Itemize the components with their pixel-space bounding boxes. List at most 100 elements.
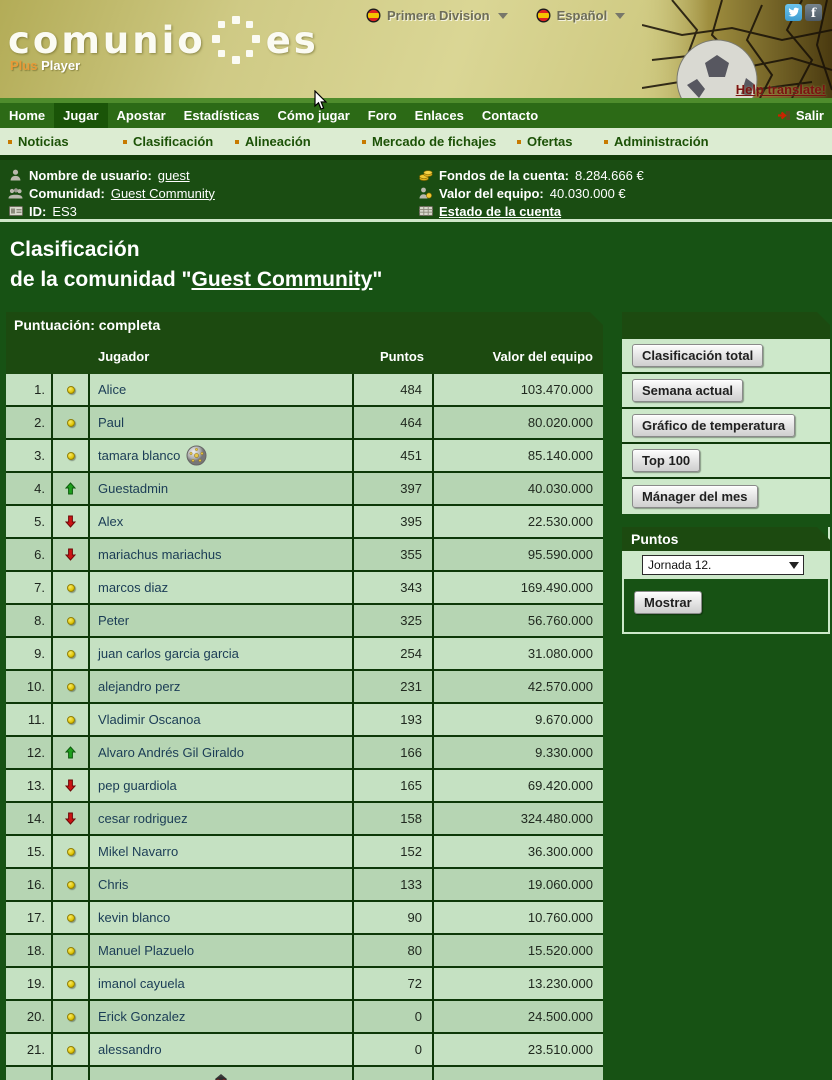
- points-cell: 152: [354, 836, 434, 867]
- subnav-item-ofertas[interactable]: Ofertas: [517, 128, 573, 155]
- yellow-dot-icon: [67, 650, 75, 658]
- player-name-cell: Alex: [90, 506, 354, 537]
- id-value: ES3: [52, 204, 77, 219]
- trend-cell: [53, 803, 90, 834]
- subnav-item-clasificacion[interactable]: Clasificación: [123, 128, 213, 155]
- rank-cell: 5.: [6, 506, 53, 537]
- player-name: Manuel Plazuelo: [98, 943, 194, 958]
- rank-cell: 10.: [6, 671, 53, 702]
- table-row: 7.marcos diaz343169.490.000: [6, 572, 603, 605]
- subnav-item-alineacion[interactable]: Alineación: [235, 128, 311, 155]
- top-100-button[interactable]: Top 100: [632, 449, 700, 472]
- yellow-dot-icon: [67, 881, 75, 889]
- funds-icon: [418, 170, 433, 181]
- player-name-cell: Chris: [90, 869, 354, 900]
- subnav-item-administracion[interactable]: Administración: [604, 128, 709, 155]
- puntos-title: Puntos: [622, 527, 830, 551]
- yellow-dot-icon: [67, 947, 75, 955]
- points-cell: 484: [354, 374, 434, 405]
- community-title-link[interactable]: Guest Community: [191, 268, 372, 291]
- nav-item-estadisticas[interactable]: Estadísticas: [175, 103, 269, 128]
- logout-button[interactable]: Salir: [777, 103, 824, 128]
- id-label: ID:: [29, 204, 46, 219]
- page-title-line2: de la comunidad "Guest Community": [10, 265, 832, 295]
- yellow-dot-icon: [67, 914, 75, 922]
- grafico-de-temperatura-button[interactable]: Gráfico de temperatura: [632, 414, 795, 437]
- player-name: pep guardiola: [98, 778, 177, 793]
- subnav-item-noticias[interactable]: Noticias: [8, 128, 69, 155]
- chevron-down-icon: [615, 13, 625, 19]
- nav-item-apostar[interactable]: Apostar: [108, 103, 175, 128]
- nav-item-home[interactable]: Home: [0, 103, 54, 128]
- avatar-icon: [210, 1072, 232, 1080]
- yellow-dot-icon: [67, 584, 75, 592]
- value-cell: 13.230.000: [434, 968, 603, 999]
- mostrar-button[interactable]: Mostrar: [634, 591, 702, 614]
- player-name: Paul: [98, 415, 124, 430]
- player-name: alessandro: [98, 1042, 162, 1057]
- trend-cell: [53, 737, 90, 768]
- plus-player-label: Plus Player: [10, 58, 80, 73]
- red-down-arrow-icon: [65, 812, 76, 825]
- value-cell: 85.140.000: [434, 440, 603, 471]
- trend-cell: [53, 1001, 90, 1032]
- player-name-cell: mariachus mariachus: [90, 539, 354, 570]
- column-header-value: Valor del equipo: [434, 349, 603, 364]
- yellow-dot-icon: [67, 1046, 75, 1054]
- yellow-dot-icon: [67, 848, 75, 856]
- player-name: Alvaro Andrés Gil Giraldo: [98, 745, 244, 760]
- subnav-item-mercado-de-fichajes[interactable]: Mercado de fichajes: [362, 128, 496, 155]
- nav-item-contacto[interactable]: Contacto: [473, 103, 547, 128]
- league-selector[interactable]: Primera Division: [366, 8, 508, 23]
- player-name-cell: Vladimir Oscanoa: [90, 704, 354, 735]
- points-cell: 355: [354, 539, 434, 570]
- rank-cell: [6, 1067, 53, 1080]
- rank-cell: 21.: [6, 1034, 53, 1065]
- trend-cell: [53, 704, 90, 735]
- trend-cell: [53, 605, 90, 636]
- community-link[interactable]: Guest Community: [111, 186, 215, 201]
- account-status-link[interactable]: Estado de la cuenta: [439, 204, 561, 219]
- language-selector[interactable]: Español: [536, 8, 626, 23]
- player-name-cell: Alvaro Andrés Gil Giraldo: [90, 737, 354, 768]
- jornada-select[interactable]: Jornada 12.: [642, 555, 804, 575]
- table-header-row: Jugador Puntos Valor del equipo: [6, 339, 603, 374]
- username-link[interactable]: guest: [158, 168, 190, 183]
- player-name: alejandro perz: [98, 679, 180, 694]
- clasificacion-total-button[interactable]: Clasificación total: [632, 344, 763, 367]
- player-name: Peter: [98, 613, 129, 628]
- title-suffix: ": [372, 268, 382, 291]
- nav-item-jugar[interactable]: Jugar: [54, 103, 107, 128]
- yellow-dot-icon: [67, 452, 75, 460]
- value-cell: 169.490.000: [434, 572, 603, 603]
- team-value: 40.030.000 €: [550, 186, 626, 201]
- manager-del-mes-button[interactable]: Mánager del mes: [632, 485, 758, 508]
- help-translate-link[interactable]: Help translate!: [736, 82, 826, 97]
- nav-item-foro[interactable]: Foro: [359, 103, 406, 128]
- user-icon: [8, 169, 23, 181]
- nav-item-enlaces[interactable]: Enlaces: [406, 103, 473, 128]
- table-row: 12.Alvaro Andrés Gil Giraldo1669.330.000: [6, 737, 603, 770]
- column-header-player: Jugador: [90, 349, 354, 364]
- rank-cell: 6.: [6, 539, 53, 570]
- team-value-label: Valor del equipo:: [439, 186, 544, 201]
- player-name-cell: marcos diaz: [90, 572, 354, 603]
- table-row: 3.tamara blanco45185.140.000: [6, 440, 603, 473]
- value-cell: 23.510.000: [434, 1034, 603, 1065]
- yellow-dot-icon: [67, 980, 75, 988]
- table-row: 17.kevin blanco9010.760.000: [6, 902, 603, 935]
- semana-actual-button[interactable]: Semana actual: [632, 379, 743, 402]
- rank-cell: 1.: [6, 374, 53, 405]
- main-nav: HomeJugarApostarEstadísticasCómo jugarFo…: [0, 103, 832, 128]
- facebook-icon[interactable]: f: [805, 4, 822, 21]
- value-cell: 9.330.000: [434, 737, 603, 768]
- value-cell: 69.420.000: [434, 770, 603, 801]
- table-row: 9.juan carlos garcia garcia25431.080.000: [6, 638, 603, 671]
- points-cell: 90: [354, 902, 434, 933]
- points-cell: 0: [354, 1001, 434, 1032]
- nav-item-como-jugar[interactable]: Cómo jugar: [269, 103, 359, 128]
- twitter-icon[interactable]: [785, 4, 802, 21]
- red-down-arrow-icon: [65, 515, 76, 528]
- player-name-cell: pep guardiola: [90, 770, 354, 801]
- player-name: Guestadmin: [98, 481, 168, 496]
